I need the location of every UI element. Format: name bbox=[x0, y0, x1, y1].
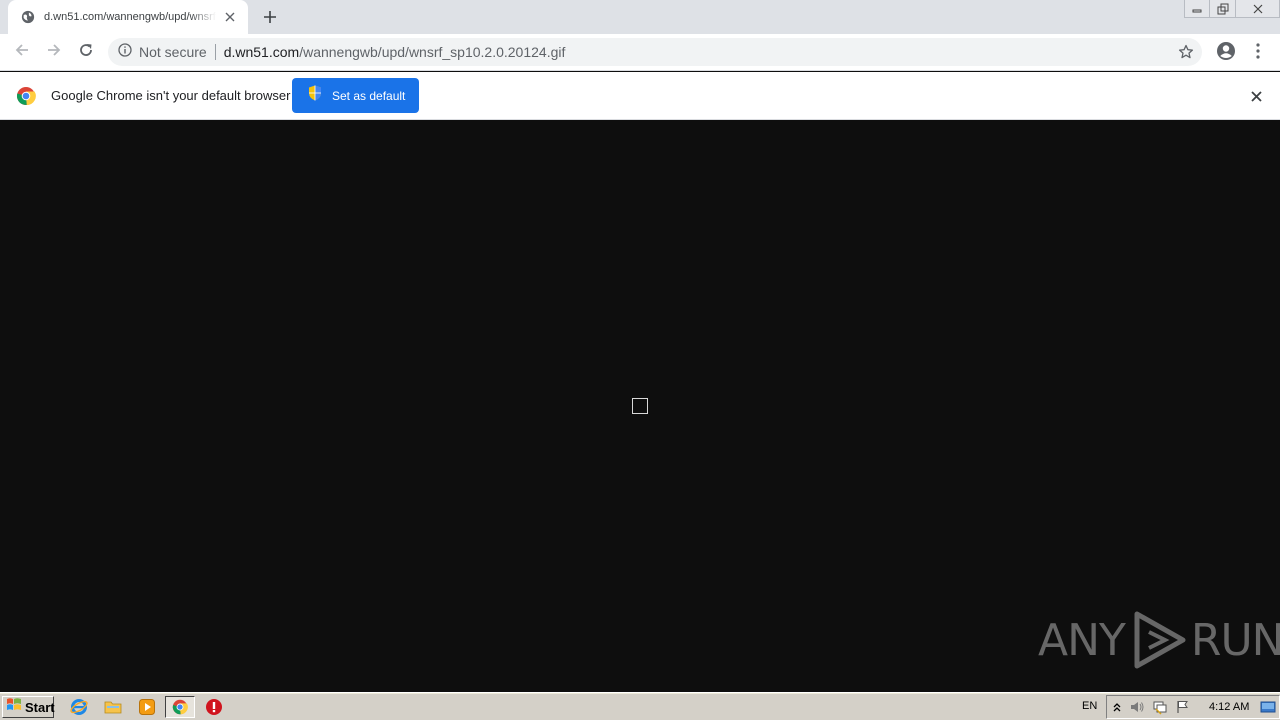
internet-explorer-icon[interactable] bbox=[69, 697, 89, 717]
window-controls bbox=[1184, 0, 1280, 20]
close-tab-icon[interactable] bbox=[222, 9, 238, 25]
url-text[interactable]: d.wn51.com/wannengwb/upd/wnsrf_sp10.2.0.… bbox=[224, 44, 566, 60]
show-desktop-icon[interactable] bbox=[1260, 699, 1276, 715]
chrome-logo-icon bbox=[16, 86, 36, 106]
start-label: Start bbox=[25, 699, 55, 715]
reload-icon bbox=[78, 42, 94, 63]
forward-button[interactable] bbox=[38, 36, 70, 68]
show-hidden-icons-icon[interactable] bbox=[1109, 699, 1125, 715]
windows-taskbar: Start EN 4:12 AM bbox=[0, 692, 1280, 720]
language-indicator[interactable]: EN bbox=[1082, 700, 1097, 712]
shield-icon bbox=[308, 85, 322, 106]
start-button[interactable]: Start bbox=[2, 696, 55, 718]
address-bar[interactable]: Not secure d.wn51.com/wannengwb/upd/wnsr… bbox=[108, 38, 1202, 66]
arrow-right-icon bbox=[46, 42, 62, 63]
tab-title: d.wn51.com/wannengwb/upd/wnsrf_sp10.2.0.… bbox=[44, 11, 216, 23]
set-as-default-label: Set as default bbox=[332, 88, 406, 103]
taskbar-clock[interactable]: 4:12 AM bbox=[1209, 701, 1249, 713]
volume-icon[interactable] bbox=[1129, 699, 1145, 715]
url-host: d.wn51.com bbox=[223, 44, 300, 60]
chrome-icon[interactable] bbox=[165, 696, 195, 718]
restore-button[interactable] bbox=[1210, 0, 1236, 18]
more-vert-icon[interactable] bbox=[1246, 37, 1270, 65]
account-icon[interactable] bbox=[1212, 37, 1240, 65]
back-button[interactable] bbox=[6, 36, 38, 68]
infobar-message: Google Chrome isn't your default browser bbox=[51, 88, 291, 103]
network-icon[interactable] bbox=[1152, 699, 1168, 715]
anyrun-watermark: ANY RUN bbox=[1038, 610, 1280, 670]
tab-strip: d.wn51.com/wannengwb/upd/wnsrf_sp10.2.0.… bbox=[0, 0, 1280, 34]
url-path: /wannengwb/upd/wnsrf_sp10.2.0.20124.gif bbox=[299, 44, 566, 60]
action-center-flag-icon[interactable] bbox=[1175, 699, 1191, 715]
browser-toolbar: Not secure d.wn51.com/wannengwb/upd/wnsr… bbox=[0, 34, 1280, 71]
security-label: Not secure bbox=[139, 44, 207, 60]
star-icon[interactable] bbox=[1176, 42, 1196, 62]
watermark-right-text: RUN bbox=[1190, 614, 1280, 666]
security-indicator[interactable]: Not secure bbox=[118, 42, 207, 62]
page-content: ANY RUN bbox=[0, 120, 1280, 692]
windows-logo-icon bbox=[6, 697, 22, 717]
new-tab-button[interactable] bbox=[258, 6, 282, 28]
reload-button[interactable] bbox=[70, 36, 102, 68]
info-icon bbox=[118, 42, 132, 62]
folder-icon[interactable] bbox=[103, 697, 123, 717]
media-player-icon[interactable] bbox=[137, 697, 157, 717]
system-tray: 4:12 AM bbox=[1106, 695, 1280, 719]
arrow-left-icon bbox=[14, 42, 30, 63]
image-placeholder bbox=[632, 398, 648, 414]
close-infobar-icon[interactable] bbox=[1246, 86, 1266, 106]
play-triangle-icon bbox=[1131, 610, 1189, 670]
omnibox-divider bbox=[214, 44, 216, 60]
default-browser-infobar: Google Chrome isn't your default browser… bbox=[0, 72, 1280, 120]
stop-icon[interactable] bbox=[204, 697, 224, 717]
browser-tab[interactable]: d.wn51.com/wannengwb/upd/wnsrf_sp10.2.0.… bbox=[8, 0, 248, 34]
set-as-default-button[interactable]: Set as default bbox=[292, 78, 419, 113]
close-window-button[interactable] bbox=[1236, 0, 1280, 18]
globe-icon bbox=[20, 9, 36, 25]
minimize-button[interactable] bbox=[1184, 0, 1210, 18]
watermark-left-text: ANY bbox=[1038, 614, 1126, 666]
